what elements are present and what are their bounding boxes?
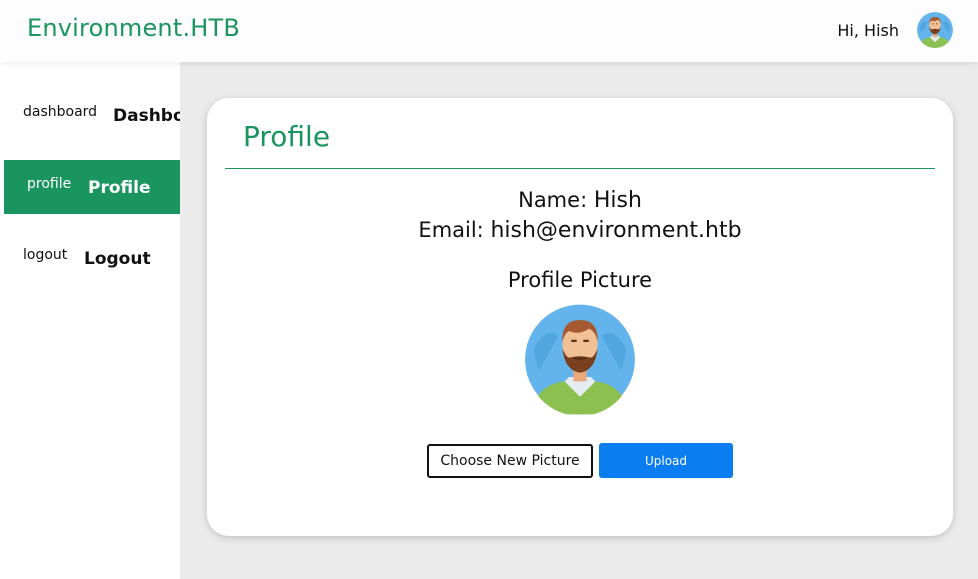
sidebar-item-label: Profile [88, 178, 151, 198]
sidebar-item-logout[interactable]: logout Logout [4, 232, 180, 286]
brand-title[interactable]: Environment.HTB [27, 14, 240, 42]
sidebar-item-label: Logout [84, 249, 151, 269]
sidebar-item-label: Dashboard [113, 106, 180, 126]
page-title: Profile [243, 120, 331, 153]
email-row: Email: hish@environment.htb [207, 218, 953, 243]
email-label: Email: [418, 218, 484, 242]
logout-icon: logout [23, 247, 68, 263]
profile-picture [525, 303, 635, 416]
upload-button[interactable]: Upload [599, 443, 733, 478]
email-value: hish@environment.htb [490, 218, 742, 243]
user-avatar-icon[interactable] [917, 12, 953, 48]
name-row: Name: Hish [207, 188, 953, 213]
title-divider [225, 168, 935, 169]
profile-card: Profile Name: Hish Email: hish@environme… [207, 98, 953, 536]
profile-picture-heading: Profile Picture [507, 268, 653, 292]
name-label: Name: [518, 188, 588, 212]
top-header: Environment.HTB Hi, Hish [0, 0, 978, 62]
choose-new-picture-button[interactable]: Choose New Picture [427, 444, 593, 478]
sidebar-item-profile[interactable]: profile Profile [4, 160, 180, 214]
profile-icon: profile [27, 176, 72, 192]
sidebar: dashboard Dashboard profile Profile logo… [0, 62, 180, 579]
dashboard-icon: dashboard [23, 104, 98, 120]
sidebar-item-dashboard[interactable]: dashboard Dashboard [4, 88, 180, 142]
user-greeting: Hi, Hish [837, 21, 899, 40]
name-value: Hish [593, 188, 642, 213]
